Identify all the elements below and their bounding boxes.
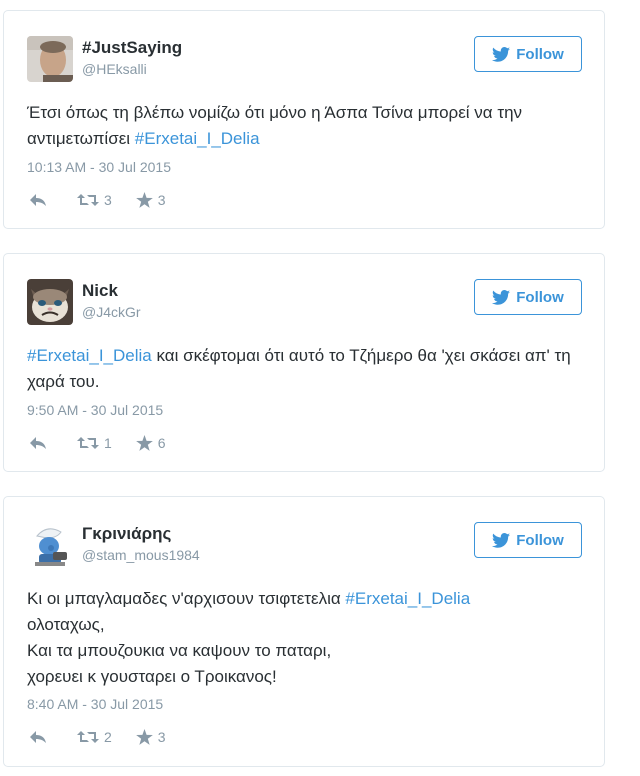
display-name[interactable]: Nick xyxy=(82,281,118,301)
follow-label: Follow xyxy=(516,531,564,549)
follow-button[interactable]: Follow xyxy=(474,279,582,315)
twitter-bird-icon xyxy=(492,532,511,548)
reply-icon xyxy=(30,437,46,449)
follow-label: Follow xyxy=(516,45,564,63)
tweet-text-line: χορευει κ γουσταρει ο Τροικανος! xyxy=(27,667,277,686)
retweet-count: 3 xyxy=(104,192,112,208)
tweet-text-line: Κι οι μπαγλαμαδες ν'αρχισουν τσιφτετελια… xyxy=(27,586,574,612)
tweet-timestamp[interactable]: 10:13 AM - 30 Jul 2015 xyxy=(27,159,171,175)
tweet-text: Κι οι μπαγλαμαδες ν'αρχισουν τσιφτετελια… xyxy=(27,586,574,690)
cartoon-smurf-icon xyxy=(27,522,73,568)
favorite-button[interactable]: 3 xyxy=(135,192,166,208)
user-handle[interactable]: @stam_mous1984 xyxy=(82,547,200,563)
tweet-text-line: Και τα μπουζουκια να καψουν το παταρι, xyxy=(27,641,332,660)
tweet-timestamp[interactable]: 9:50 AM - 30 Jul 2015 xyxy=(27,402,163,418)
favorite-button[interactable]: 6 xyxy=(135,435,166,451)
reply-icon xyxy=(30,194,46,206)
hashtag-link[interactable]: #Erxetai_I_Delia xyxy=(135,129,260,148)
reply-icon xyxy=(30,731,46,743)
retweet-icon xyxy=(77,731,99,743)
avatar[interactable] xyxy=(27,36,73,82)
user-handle[interactable]: @J4ckGr xyxy=(82,304,141,320)
retweet-button[interactable]: 3 xyxy=(77,192,112,208)
retweet-count: 2 xyxy=(104,729,112,745)
follow-button[interactable]: Follow xyxy=(474,36,582,72)
tweet-actions: 2 3 xyxy=(29,729,166,745)
tweet-card: Nick @J4ckGr Follow #Erxetai_I_Delia και… xyxy=(3,253,605,472)
star-icon xyxy=(135,729,153,745)
tweet-card: #JustSaying @HEksalli Follow Έτσι όπως τ… xyxy=(3,10,605,229)
tweet-card: Γκρινιάρης @stam_mous1984 Follow Κι οι μ… xyxy=(3,496,605,767)
retweet-icon xyxy=(77,437,99,449)
tweet-text: Έτσι όπως τη βλέπω νομίζω ότι μόνο η Άσπ… xyxy=(27,100,574,152)
follow-button[interactable]: Follow xyxy=(474,522,582,558)
reply-button[interactable] xyxy=(29,730,47,744)
retweet-icon xyxy=(77,194,99,206)
reply-button[interactable] xyxy=(29,193,47,207)
favorite-count: 3 xyxy=(157,729,166,745)
retweet-count: 1 xyxy=(104,435,112,451)
retweet-button[interactable]: 1 xyxy=(77,435,112,451)
reply-button[interactable] xyxy=(29,436,47,450)
tweet-text-line: ολοταχως, xyxy=(27,615,105,634)
grumpy-cat-icon xyxy=(27,279,73,325)
follow-label: Follow xyxy=(516,288,564,306)
display-name[interactable]: Γκρινιάρης xyxy=(82,524,171,544)
avatar[interactable] xyxy=(27,279,73,325)
avatar[interactable] xyxy=(27,522,73,568)
tweet-actions: 1 6 xyxy=(29,435,166,451)
tweet-text-part: Έτσι όπως τη βλέπω νομίζω ότι μόνο η Άσπ… xyxy=(27,103,523,148)
hashtag-link[interactable]: #Erxetai_I_Delia xyxy=(345,589,470,608)
tweet-timestamp[interactable]: 8:40 AM - 30 Jul 2015 xyxy=(27,696,163,712)
profile-photo-icon xyxy=(27,36,73,82)
favorite-count: 3 xyxy=(157,192,166,208)
twitter-bird-icon xyxy=(492,289,511,305)
star-icon xyxy=(135,192,153,208)
twitter-bird-icon xyxy=(492,46,511,62)
favorite-button[interactable]: 3 xyxy=(135,729,166,745)
tweet-text-part: Κι οι μπαγλαμαδες ν'αρχισουν τσιφτετελια xyxy=(27,589,346,608)
favorite-count: 6 xyxy=(157,435,166,451)
display-name[interactable]: #JustSaying xyxy=(82,38,182,58)
star-icon xyxy=(135,435,153,451)
hashtag-link[interactable]: #Erxetai_I_Delia xyxy=(27,346,152,365)
user-handle[interactable]: @HEksalli xyxy=(82,61,147,77)
tweet-actions: 3 3 xyxy=(29,192,166,208)
tweet-text: #Erxetai_I_Delia και σκέφτομαι ότι αυτό … xyxy=(27,343,574,395)
retweet-button[interactable]: 2 xyxy=(77,729,112,745)
